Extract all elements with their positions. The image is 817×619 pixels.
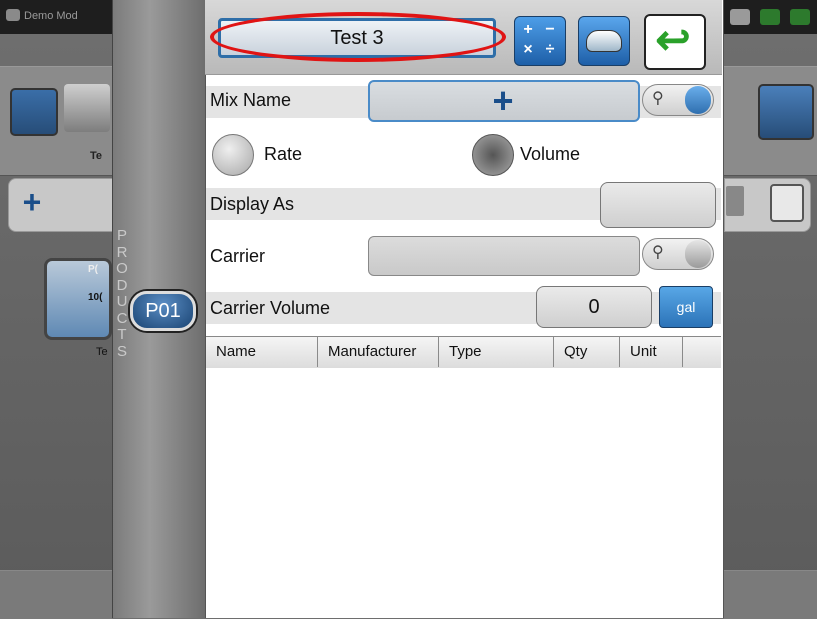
products-letter: R: [116, 243, 128, 261]
equipment-icon[interactable]: [64, 84, 110, 132]
products-letter: U: [116, 293, 128, 310]
products-letter: O: [116, 260, 128, 277]
mix-name-scroll-arrows-icon[interactable]: [685, 86, 711, 114]
product-tile-text: 10(: [88, 292, 103, 303]
machine-settings-icon[interactable]: [10, 88, 58, 136]
products-letter: S: [116, 342, 127, 360]
background-label: Te: [90, 150, 103, 162]
products-letter: C: [116, 309, 128, 327]
settings-icon[interactable]: [758, 84, 814, 140]
products-letter: D: [116, 276, 128, 294]
product-tile-text: P(: [88, 264, 98, 275]
column-header-qty[interactable]: Qty: [554, 336, 620, 367]
products-letter: P: [116, 227, 127, 244]
trash-icon[interactable]: [726, 186, 744, 216]
products-letter: T: [117, 326, 127, 343]
products-vertical-label: P R O D U C T S: [116, 227, 128, 360]
product-p01-button[interactable]: P01: [130, 291, 196, 331]
add-icon[interactable]: +: [14, 186, 50, 220]
column-header-type[interactable]: Type: [439, 336, 554, 367]
search-icon: ⚲: [652, 90, 664, 107]
edit-icon[interactable]: [770, 184, 804, 222]
carrier-field[interactable]: [368, 236, 640, 276]
demo-mode-label: Demo Mod: [24, 10, 78, 22]
column-header-manufacturer[interactable]: Manufacturer: [318, 336, 439, 367]
carrier-volume-unit-button[interactable]: gal: [659, 286, 713, 328]
demo-mode-icon: [6, 9, 20, 21]
connection-status-icon: [790, 9, 810, 25]
rate-label: Rate: [264, 144, 303, 164]
tank-icon: [586, 30, 622, 52]
carrier-scroll-arrows-icon[interactable]: [685, 240, 711, 268]
calculator-icon: + − × ÷: [523, 21, 555, 58]
carrier-volume-label: Carrier Volume: [210, 298, 331, 318]
carrier-volume-field[interactable]: 0: [536, 286, 652, 328]
background-bottom-bar-right: [724, 570, 817, 619]
title-highlight-oval: [210, 12, 506, 62]
product-table-body: [206, 368, 721, 618]
background-bottom-bar: [0, 570, 112, 619]
mix-name-label: Mix Name: [210, 90, 292, 110]
display-as-label: Display As: [210, 194, 295, 214]
add-product-icon[interactable]: +: [486, 83, 520, 119]
search-icon: ⚲: [652, 244, 664, 261]
column-header-unit[interactable]: Unit: [620, 336, 683, 367]
display-as-field[interactable]: [600, 182, 716, 228]
status-icon: [730, 9, 750, 25]
return-arrow-icon: ↩: [655, 16, 691, 63]
gps-status-icon: [760, 9, 780, 25]
carrier-label: Carrier: [210, 246, 266, 266]
product-tile-label: Te: [96, 346, 108, 358]
rate-radio[interactable]: [212, 134, 254, 176]
volume-radio[interactable]: [472, 134, 514, 176]
column-header-name[interactable]: Name: [206, 336, 318, 367]
volume-label: Volume: [520, 144, 581, 164]
